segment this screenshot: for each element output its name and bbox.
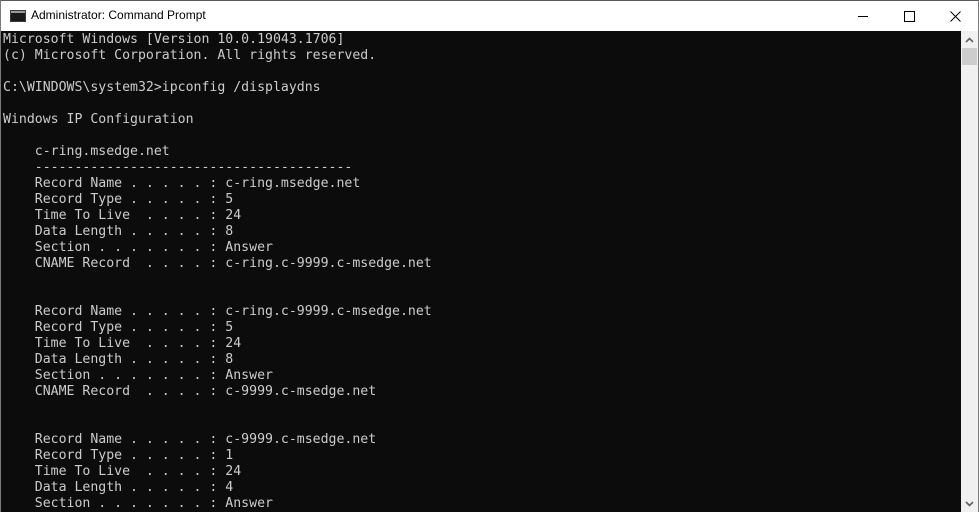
console-line: Record Type . . . . . : 5 (3, 320, 234, 335)
console-line: c-ring.msedge.net (3, 144, 170, 159)
minimize-icon (858, 15, 868, 17)
console-line: Record Name . . . . . : c-9999.c-msedge.… (3, 432, 377, 447)
console-line: Microsoft Windows [Version 10.0.19043.17… (3, 32, 345, 47)
console-line: Time To Live . . . . : 24 (3, 464, 242, 479)
console-output[interactable]: Microsoft Windows [Version 10.0.19043.17… (1, 31, 961, 512)
scroll-thumb[interactable] (962, 48, 977, 65)
vertical-scrollbar[interactable] (961, 31, 978, 512)
console-line: CNAME Record . . . . : c-ring.c-9999.c-m… (3, 256, 432, 271)
console-line: Record Name . . . . . : c-ring.c-9999.c-… (3, 304, 432, 319)
console-line: Windows IP Configuration (3, 112, 194, 127)
console-line: Section . . . . . . . : Answer (3, 240, 273, 255)
console-line: Record Type . . . . . : 5 (3, 192, 234, 207)
minimize-button[interactable] (840, 1, 886, 31)
console-line: Section . . . . . . . : Answer (3, 368, 273, 383)
console-line: Section . . . . . . . : Answer (3, 496, 273, 511)
maximize-button[interactable] (886, 1, 932, 31)
console-line: Time To Live . . . . : 24 (3, 336, 242, 351)
close-button[interactable] (932, 1, 978, 31)
console-line: (c) Microsoft Corporation. All rights re… (3, 48, 377, 63)
chevron-down-icon (965, 500, 974, 507)
command-prompt-window: Administrator: Command Prompt Microsoft … (0, 0, 979, 512)
cmd-icon-bar (11, 11, 25, 13)
console-line: Time To Live . . . . : 24 (3, 208, 242, 223)
scroll-down-button[interactable] (961, 495, 978, 512)
window-title: Administrator: Command Prompt (31, 8, 206, 22)
cmd-icon (10, 10, 26, 22)
console-line: Record Name . . . . . : c-ring.msedge.ne… (3, 176, 361, 191)
console-line: Record Type . . . . . : 1 (3, 448, 234, 463)
console-line: CNAME Record . . . . : c-9999.c-msedge.n… (3, 384, 377, 399)
maximize-icon (903, 10, 915, 22)
title-bar[interactable]: Administrator: Command Prompt (1, 1, 978, 31)
console-line: C:\WINDOWS\system32>ipconfig /displaydns (3, 80, 321, 95)
scroll-up-button[interactable] (961, 31, 978, 48)
chevron-up-icon (965, 36, 974, 43)
close-icon (949, 10, 961, 22)
console-line: Data Length . . . . . : 8 (3, 224, 234, 239)
console-line: ---------------------------------------- (3, 160, 353, 175)
console-line: Data Length . . . . . : 4 (3, 480, 234, 495)
console-line: Data Length . . . . . : 8 (3, 352, 234, 367)
